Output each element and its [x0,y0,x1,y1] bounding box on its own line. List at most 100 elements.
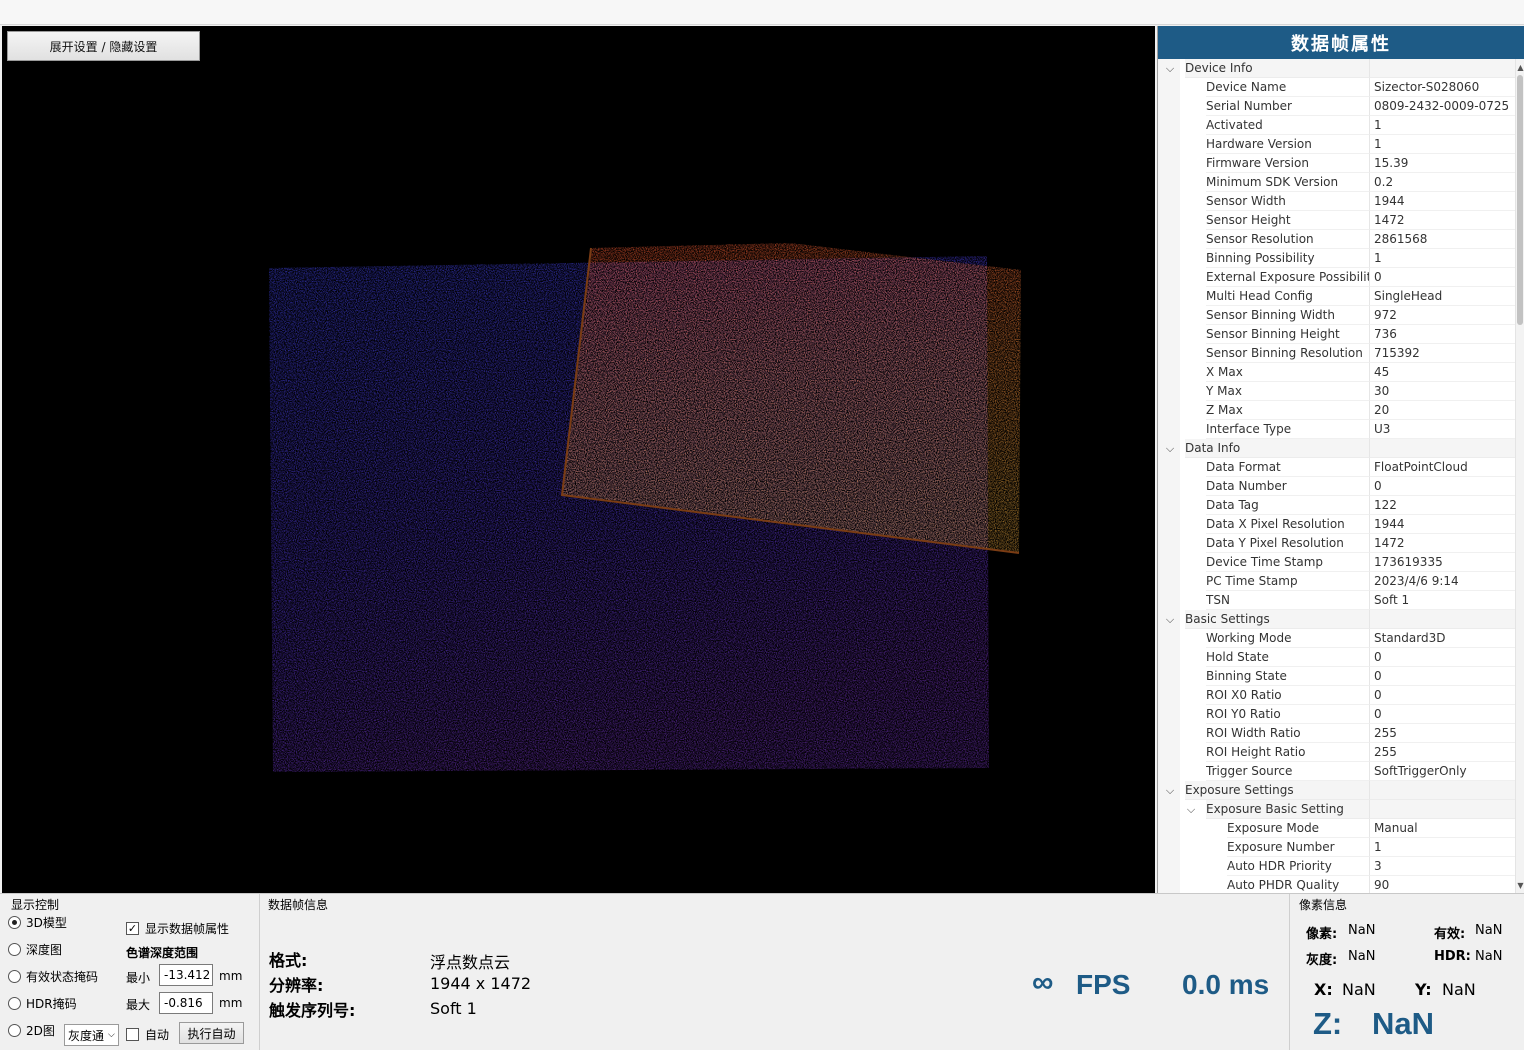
property-grid[interactable]: ⌵ Device Info Device Name Sizector-S028060 S… [1158,59,1524,893]
property-value: 972 [1369,306,1515,325]
exec-auto-button[interactable]: 执行自动 [179,1022,244,1044]
properties-panel-title: 数据帧属性 [1158,26,1524,59]
property-row[interactable]: Auto PHDR Quality 90 [1158,876,1524,893]
property-value [1369,610,1515,629]
property-row[interactable]: Hardware Version 1 [1158,135,1524,154]
property-name: Basic Settings [1185,610,1369,629]
property-row[interactable]: Sensor Binning Height 736 [1158,325,1524,344]
pixel-info-title: 像素信息 [1299,898,1348,912]
property-row[interactable]: ROI Height Ratio 255 [1158,743,1524,762]
property-row[interactable]: Multi Head Config SingleHead [1158,287,1524,306]
show-props-checkbox[interactable]: ✓ 显示数据帧属性 [126,920,229,937]
property-category[interactable]: ⌵ Exposure Settings [1158,781,1524,800]
property-name: Firmware Version [1206,154,1369,173]
property-row[interactable]: Device Name Sizector-S028060 [1158,78,1524,97]
property-row[interactable]: Z Max 20 [1158,401,1524,420]
property-row[interactable]: Trigger Source SoftTriggerOnly [1158,762,1524,781]
property-row[interactable]: Exposure Mode Manual [1158,819,1524,838]
pixel-key: 像素: [1306,927,1338,942]
display-mode-radio[interactable]: 2D图 [8,1022,55,1039]
property-row[interactable]: Binning State 0 [1158,667,1524,686]
3d-viewport[interactable]: 展开设置 / 隐藏设置 [2,26,1155,893]
property-value: 1944 [1369,515,1515,534]
property-name: Working Mode [1206,629,1369,648]
property-name: Auto HDR Priority [1227,857,1369,876]
radio-dot[interactable] [8,997,21,1010]
display-control-group: 显示控制 3D模型 深度图 有效状态掩码 HDR掩码 2D图 ✓ 显示数据帧属性 色谱深… [0,894,258,1050]
property-category[interactable]: ⌵ Exposure Basic Setting [1158,800,1524,819]
pixel-info-group: 像素信息 像素: NaN 有效: NaN 灰度: NaN HDR: NaN X:… [1290,894,1524,1050]
property-row[interactable]: Working Mode Standard3D [1158,629,1524,648]
property-row[interactable]: Minimum SDK Version 0.2 [1158,173,1524,192]
property-row[interactable]: PC Time Stamp 2023/4/6 9:14 [1158,572,1524,591]
property-name: Sensor Width [1206,192,1369,211]
property-row[interactable]: Serial Number 0809-2432-0009-0725 [1158,97,1524,116]
property-grid-scrollbar[interactable]: ▲ ▼ [1515,59,1524,893]
property-row[interactable]: X Max 45 [1158,363,1524,382]
format-key: 格式: [269,951,308,970]
chevron-down-icon[interactable]: ⌵ [1184,800,1198,819]
radio-dot[interactable] [8,943,21,956]
property-category[interactable]: ⌵ Data Info [1158,439,1524,458]
property-row[interactable]: Data X Pixel Resolution 1944 [1158,515,1524,534]
property-row[interactable]: Sensor Binning Resolution 715392 [1158,344,1524,363]
property-row[interactable]: Activated 1 [1158,116,1524,135]
display-mode-radio[interactable]: 有效状态掩码 [8,968,98,985]
property-value: 20 [1369,401,1515,420]
gray-channel-select[interactable]: 灰度通 ⌵ [64,1024,119,1046]
property-row[interactable]: Y Max 30 [1158,382,1524,401]
property-category[interactable]: ⌵ Device Info [1158,59,1524,78]
property-value: SoftTriggerOnly [1369,762,1515,781]
display-mode-radio[interactable]: 深度图 [8,941,62,958]
property-value [1369,439,1515,458]
property-row[interactable]: Device Time Stamp 173619335 [1158,553,1524,572]
property-row[interactable]: Firmware Version 15.39 [1158,154,1524,173]
property-row[interactable]: Exposure Number 1 [1158,838,1524,857]
property-row[interactable]: Sensor Resolution 2861568 [1158,230,1524,249]
property-row[interactable]: Sensor Height 1472 [1158,211,1524,230]
display-mode-radio[interactable]: 3D模型 [8,914,67,931]
valid-value: NaN [1475,923,1503,938]
scroll-down-icon[interactable]: ▼ [1516,879,1524,891]
property-row[interactable]: ROI Width Ratio 255 [1158,724,1524,743]
property-row[interactable]: Binning Possibility 1 [1158,249,1524,268]
chevron-down-icon[interactable]: ⌵ [1163,610,1177,629]
property-name: Interface Type [1206,420,1369,439]
checkbox-box[interactable]: ✓ [126,922,139,935]
max-depth-input[interactable]: -0.816 [159,992,213,1014]
property-value: 0 [1369,477,1515,496]
display-mode-radio[interactable]: HDR掩码 [8,995,77,1012]
property-row[interactable]: TSN Soft 1 [1158,591,1524,610]
radio-dot[interactable] [8,1024,21,1037]
property-name: PC Time Stamp [1206,572,1369,591]
property-row[interactable]: Sensor Width 1944 [1158,192,1524,211]
radio-dot[interactable] [8,916,21,929]
property-row[interactable]: Data Format FloatPointCloud [1158,458,1524,477]
property-row[interactable]: Hold State 0 [1158,648,1524,667]
property-name: Z Max [1206,401,1369,420]
toggle-settings-button[interactable]: 展开设置 / 隐藏设置 [7,31,200,61]
property-value: 1 [1369,116,1515,135]
auto-checkbox[interactable]: 自动 [126,1026,169,1043]
chevron-down-icon[interactable]: ⌵ [1163,781,1177,800]
property-row[interactable]: ROI X0 Ratio 0 [1158,686,1524,705]
scroll-up-icon[interactable]: ▲ [1516,61,1524,73]
chevron-down-icon[interactable]: ⌵ [1163,439,1177,458]
property-value: 0 [1369,268,1515,287]
property-row[interactable]: External Exposure Possibility 0 [1158,268,1524,287]
radio-dot[interactable] [8,970,21,983]
property-row[interactable]: Sensor Binning Width 972 [1158,306,1524,325]
property-row[interactable]: ROI Y0 Ratio 0 [1158,705,1524,724]
property-row[interactable]: Data Number 0 [1158,477,1524,496]
property-row[interactable]: Data Y Pixel Resolution 1472 [1158,534,1524,553]
chevron-down-icon[interactable]: ⌵ [1163,59,1177,78]
property-category[interactable]: ⌵ Basic Settings [1158,610,1524,629]
property-row[interactable]: Data Tag 122 [1158,496,1524,515]
point-cloud-scene [269,243,1021,772]
checkbox-box[interactable] [126,1028,139,1041]
min-depth-input[interactable]: -13.412 [159,964,213,986]
scrollbar-thumb[interactable] [1517,75,1523,325]
property-row[interactable]: Auto HDR Priority 3 [1158,857,1524,876]
property-name: Sensor Height [1206,211,1369,230]
property-row[interactable]: Interface Type U3 [1158,420,1524,439]
